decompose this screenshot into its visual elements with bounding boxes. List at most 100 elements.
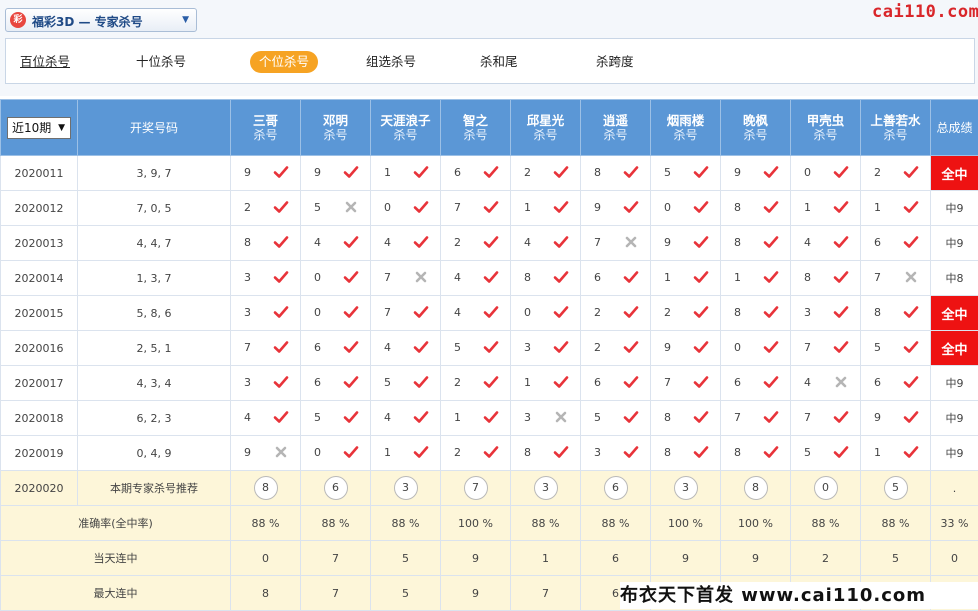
expert-header[interactable]: 邓明杀号 (301, 100, 371, 156)
pick-number: 2 (454, 446, 461, 459)
recommend-number-circle: 8 (254, 476, 278, 500)
tab-hundreds-kill[interactable]: 百位杀号 (20, 51, 70, 73)
check-icon (623, 304, 639, 320)
expert-header[interactable]: 逍遥杀号 (581, 100, 651, 156)
check-icon (763, 304, 779, 320)
pick-number: 3 (524, 341, 531, 354)
today-streak-row: 当天连中07591699250 (1, 541, 978, 576)
pick-number: 2 (594, 306, 601, 319)
today-streak-row-value: 5 (371, 541, 441, 576)
pick-number: 6 (874, 376, 881, 389)
check-icon (833, 199, 849, 215)
expert-name: 烟雨楼 (651, 113, 720, 128)
expert-header[interactable]: 天涯浪子杀号 (371, 100, 441, 156)
check-icon (413, 164, 429, 180)
check-icon (483, 339, 499, 355)
recommend-number-circle: 8 (744, 476, 768, 500)
check-icon (273, 199, 289, 215)
check-icon (343, 269, 359, 285)
lottery-dropdown[interactable]: 彩 福彩3D — 专家杀号 ▼ (5, 8, 197, 32)
expert-name: 甲壳虫 (791, 113, 860, 128)
check-icon (763, 339, 779, 355)
expert-header[interactable]: 烟雨楼杀号 (651, 100, 721, 156)
tab-sum-tail-kill[interactable]: 杀和尾 (480, 51, 518, 73)
site-logo[interactable]: cai110.com (872, 2, 978, 22)
tab-group-kill[interactable]: 组选杀号 (366, 51, 416, 73)
period-cell: 2020012 (1, 191, 78, 226)
expert-sub: 杀号 (441, 128, 510, 143)
pick-cell: 7 (651, 366, 721, 401)
today-streak-row-value: 7 (301, 541, 371, 576)
check-icon (833, 409, 849, 425)
pick-cell: 4 (371, 226, 441, 261)
pick-cell: 5 (861, 331, 931, 366)
today-streak-row-label: 当天连中 (1, 541, 231, 576)
recommend-cell: 3 (511, 471, 581, 506)
recommend-number-circle: 3 (534, 476, 558, 500)
today-streak-row-value: 2 (791, 541, 861, 576)
table-row: 20200190, 4, 99012838851中9 (1, 436, 978, 471)
pick-cell: 2 (441, 226, 511, 261)
pick-number: 0 (384, 201, 391, 214)
expert-sub: 杀号 (231, 128, 300, 143)
tab-tens-kill[interactable]: 十位杀号 (136, 51, 186, 73)
pick-number: 7 (454, 201, 461, 214)
today-streak-row-value: 9 (441, 541, 511, 576)
tab-units-kill[interactable]: 个位杀号 (250, 51, 318, 73)
check-icon (273, 409, 289, 425)
today-streak-row-value: 9 (721, 541, 791, 576)
pick-cell: 3 (791, 296, 861, 331)
pick-cell: 7 (721, 401, 791, 436)
check-icon (693, 164, 709, 180)
table-row: 20200174, 3, 43652167646中9 (1, 366, 978, 401)
table-row: 20200155, 8, 63074022838全中 (1, 296, 978, 331)
draw-number-cell: 6, 2, 3 (78, 401, 231, 436)
expert-header[interactable]: 甲壳虫杀号 (791, 100, 861, 156)
accuracy-row-total: 33 % (931, 506, 978, 541)
pick-cell: 2 (651, 296, 721, 331)
check-icon (693, 199, 709, 215)
pick-cell: 5 (371, 366, 441, 401)
pick-number: 7 (244, 341, 251, 354)
pick-number: 8 (524, 271, 531, 284)
chevron-down-icon: ▼ (182, 15, 189, 25)
pick-cell: 7 (791, 331, 861, 366)
expert-name: 逍遥 (581, 113, 650, 128)
table-row: 20200127, 0, 52507190811中9 (1, 191, 978, 226)
pick-cell: 6 (581, 366, 651, 401)
check-icon (273, 374, 289, 390)
pick-number: 1 (384, 166, 391, 179)
expert-header[interactable]: 智之杀号 (441, 100, 511, 156)
pick-cell: 4 (231, 401, 301, 436)
pick-number: 9 (594, 201, 601, 214)
tab-span-kill[interactable]: 杀跨度 (596, 51, 634, 73)
accuracy-row-value: 100 % (651, 506, 721, 541)
pick-number: 8 (664, 411, 671, 424)
pick-cell: 3 (581, 436, 651, 471)
today-streak-row-value: 0 (231, 541, 301, 576)
check-icon (553, 374, 569, 390)
pick-cell: 9 (301, 156, 371, 191)
pick-number: 4 (524, 236, 531, 249)
pick-cell: 5 (441, 331, 511, 366)
accuracy-row-value: 88 % (371, 506, 441, 541)
pick-number: 1 (384, 446, 391, 459)
accuracy-row-label: 准确率(全中率) (1, 506, 231, 541)
pick-number: 5 (874, 341, 881, 354)
expert-header[interactable]: 晚枫杀号 (721, 100, 791, 156)
recommend-number-circle: 0 (814, 476, 838, 500)
recommend-cell: 5 (861, 471, 931, 506)
pick-number: 4 (384, 341, 391, 354)
expert-header[interactable]: 邱星光杀号 (511, 100, 581, 156)
pick-cell: 2 (861, 156, 931, 191)
pick-cell: 9 (231, 436, 301, 471)
expert-header[interactable]: 上善若水杀号 (861, 100, 931, 156)
cross-icon (273, 444, 289, 460)
period-select[interactable]: 近10期 ▼ (7, 117, 71, 139)
pick-cell: 0 (371, 191, 441, 226)
check-icon (343, 234, 359, 250)
draw-number-cell: 5, 8, 6 (78, 296, 231, 331)
expert-header[interactable]: 三哥杀号 (231, 100, 301, 156)
pick-number: 1 (874, 446, 881, 459)
pick-cell: 0 (721, 331, 791, 366)
